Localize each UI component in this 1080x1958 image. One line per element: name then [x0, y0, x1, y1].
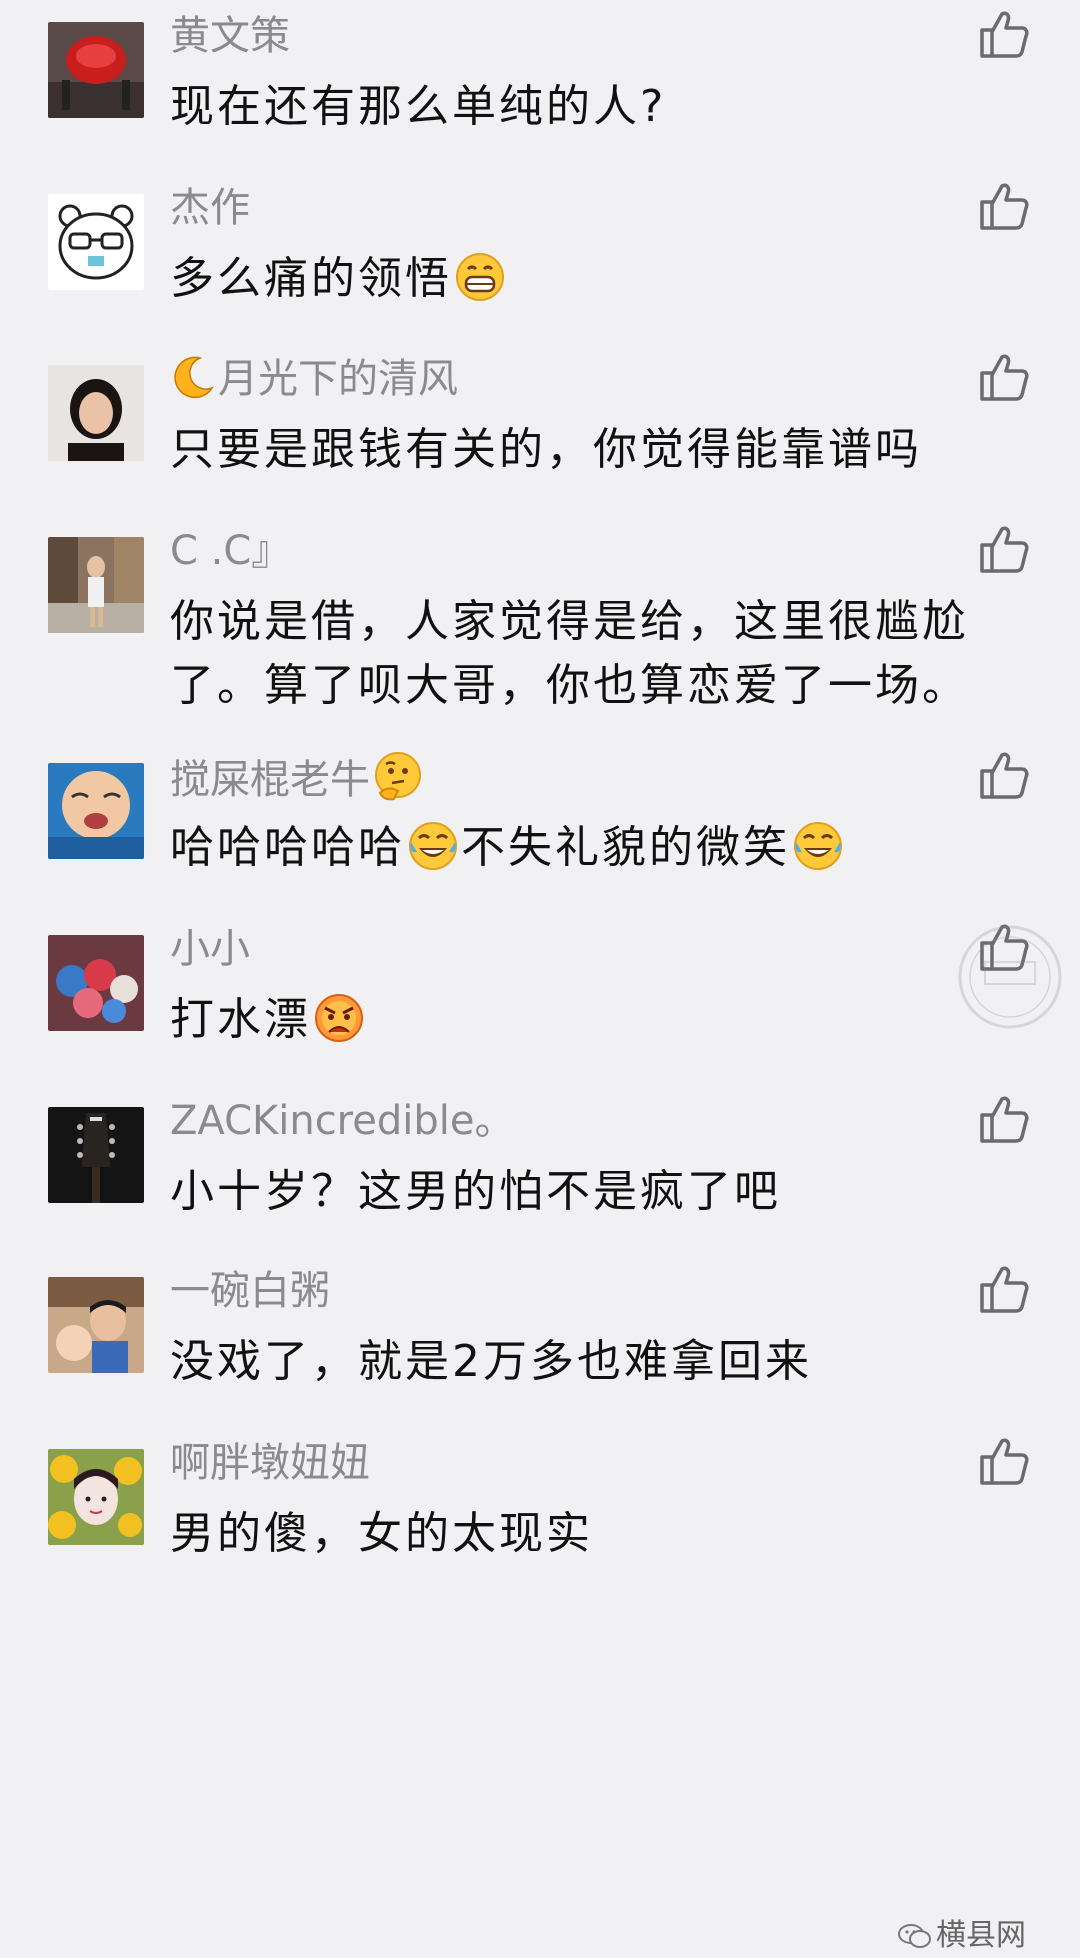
thumbs-up-icon[interactable]: [978, 523, 1030, 575]
red-lantern-avatar[interactable]: [48, 22, 144, 118]
commenter-name[interactable]: 搅屎棍老牛: [170, 751, 426, 806]
flower-bouquet-avatar[interactable]: [48, 935, 144, 1031]
woman-portrait-avatar[interactable]: [48, 365, 144, 461]
comment-text: 现在还有那么单纯的人?: [170, 81, 667, 132]
thumbs-up-icon[interactable]: [978, 8, 1030, 60]
commenter-name[interactable]: 啊胖墩妞妞: [170, 1437, 370, 1489]
comment-text: 多么痛的领悟: [170, 247, 1020, 311]
wechat-icon: [898, 1924, 931, 1948]
commenter-name-text: 搅屎棍老牛: [170, 757, 370, 803]
crying-baby-avatar[interactable]: [48, 763, 144, 859]
commenter-name-text: 月光下的清风: [218, 356, 458, 402]
commenter-name[interactable]: 一碗白粥: [170, 1265, 330, 1317]
thumbs-up-icon[interactable]: [978, 351, 1030, 403]
comment-text: 小十岁？这男的怕不是疯了吧: [170, 1166, 781, 1217]
watermark-label: 横县网: [936, 1918, 1026, 1953]
comment-text: 你说是借，人家觉得是给，这里很尴尬了。算了呗大哥，你也算恋爱了一场。: [170, 596, 969, 711]
comment-item: 啊胖墩妞妞 男的傻，女的太现实: [0, 1427, 1080, 1627]
girl-with-sunflowers-avatar[interactable]: [48, 1449, 144, 1545]
commenter-name[interactable]: 杰作: [170, 182, 250, 234]
father-and-baby-avatar[interactable]: [48, 1277, 144, 1373]
comment-text-part: 哈哈哈哈哈: [170, 822, 405, 873]
comment-text: 哈哈哈哈哈 不失礼貌的微笑: [170, 816, 1020, 880]
comment-item: 杰作 多么痛的领悟: [0, 172, 1080, 372]
commenter-name[interactable]: ZACKincredible。: [170, 1095, 514, 1147]
comment-text: 打水漂: [170, 988, 1020, 1052]
watermark-seal-icon: [958, 925, 1062, 1029]
thumbs-up-icon[interactable]: [978, 1435, 1030, 1487]
comment-text: 只要是跟钱有关的，你觉得能靠谱吗: [170, 424, 922, 475]
tears-of-joy-emoji: [407, 820, 459, 872]
comment-text: 没戏了，就是2万多也难拿回来: [170, 1336, 812, 1387]
account-watermark: 横县网: [898, 1910, 1026, 1954]
thinking-emoji: [372, 751, 424, 803]
commenter-name[interactable]: 黄文策: [170, 10, 290, 62]
commenter-name[interactable]: 小小: [170, 923, 250, 975]
comment-text: 男的傻，女的太现实: [170, 1508, 593, 1559]
comment-item: 搅屎棍老牛 哈哈哈哈哈 不失礼貌的微笑: [0, 741, 1080, 941]
commenter-name[interactable]: C .C』: [170, 525, 291, 577]
angry-emoji: [313, 992, 365, 1044]
comment-item: C .C』 你说是借，人家觉得是给，这里很尴尬了。算了呗大哥，你也算恋爱了一场。: [0, 515, 1080, 715]
commenter-name[interactable]: 月光下的清风: [170, 353, 458, 405]
cartoon-bear-with-glasses-avatar[interactable]: [48, 194, 144, 290]
comment-item: 一碗白粥 没戏了，就是2万多也难拿回来: [0, 1255, 1080, 1455]
thumbs-up-icon[interactable]: [978, 749, 1030, 801]
guitar-headstock-avatar[interactable]: [48, 1107, 144, 1203]
comment-item: 小小 打水漂: [0, 913, 1080, 1113]
grinning-emoji: [454, 251, 506, 303]
crescent-moon-icon: [174, 356, 214, 399]
thumbs-up-icon[interactable]: [978, 180, 1030, 232]
street-photo-avatar[interactable]: [48, 537, 144, 633]
tears-of-joy-emoji: [792, 820, 844, 872]
comment-text-body: 打水漂: [170, 994, 311, 1045]
thumbs-up-icon[interactable]: [978, 1263, 1030, 1315]
comment-text-part: 不失礼貌的微笑: [461, 822, 790, 873]
comment-item: 月光下的清风 只要是跟钱有关的，你觉得能靠谱吗: [0, 343, 1080, 543]
thumbs-up-icon[interactable]: [978, 1093, 1030, 1145]
comment-text-body: 多么痛的领悟: [170, 253, 452, 304]
comment-item: 黄文策 现在还有那么单纯的人?: [0, 0, 1080, 200]
